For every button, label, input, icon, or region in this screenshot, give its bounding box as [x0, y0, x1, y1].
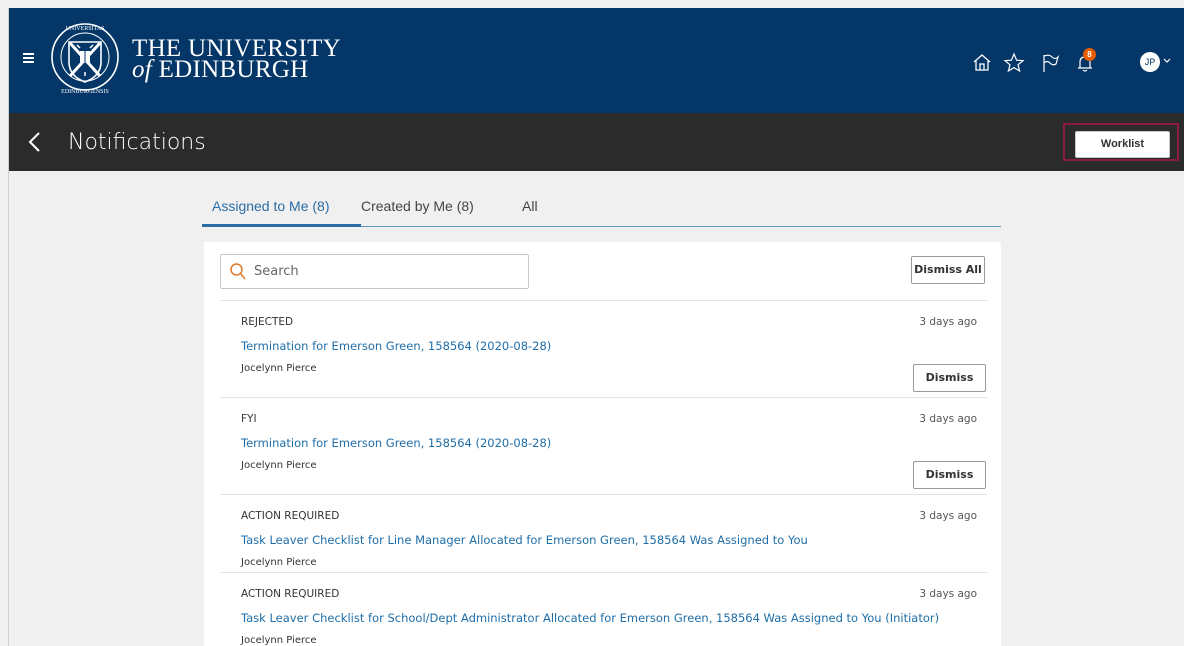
search-icon [230, 263, 246, 280]
notification-time: 3 days ago [919, 510, 977, 522]
home-icon[interactable] [971, 52, 993, 74]
notification-count-badge: 8 [1083, 48, 1096, 61]
university-crest-logo[interactable]: UNIVERSITAS EDINBURGENSIS [49, 14, 121, 100]
chevron-down-icon[interactable] [1163, 58, 1171, 64]
svg-text:EDINBURGENSIS: EDINBURGENSIS [61, 89, 109, 95]
app-frame: UNIVERSITAS EDINBURGENSIS THE UNIVERSITY… [8, 8, 1184, 646]
back-arrow-icon[interactable] [27, 131, 41, 153]
notification-status: ACTION REQUIRED [241, 588, 340, 600]
tab-all[interactable]: All [522, 198, 538, 214]
university-name-line2: EDINBURGH [158, 56, 309, 83]
notification-time: 3 days ago [919, 588, 977, 600]
notification-sender: Jocelynn Pierce [241, 557, 317, 568]
notification-sender: Jocelynn Pierce [241, 635, 317, 646]
page-title: Notifications [68, 130, 206, 155]
search-input[interactable] [254, 264, 514, 279]
avatar[interactable]: JP [1140, 52, 1160, 72]
notification-time: 3 days ago [919, 413, 977, 425]
star-icon[interactable] [1003, 52, 1025, 74]
notification-sender: Jocelynn Pierce [241, 460, 317, 471]
global-header: UNIVERSITAS EDINBURGENSIS THE UNIVERSITY… [9, 8, 1184, 113]
dismiss-all-button[interactable]: Dismiss All [911, 256, 985, 284]
notification-title-link[interactable]: Task Leaver Checklist for Line Manager A… [241, 533, 808, 547]
active-tab-indicator [202, 224, 361, 227]
university-name: THE UNIVERSITY of EDINBURGH [132, 36, 341, 83]
notification-time: 3 days ago [919, 316, 977, 328]
notification-title-link[interactable]: Termination for Emerson Green, 158564 (2… [241, 339, 551, 353]
notification-title-link[interactable]: Termination for Emerson Green, 158564 (2… [241, 436, 551, 450]
search-box[interactable] [220, 254, 529, 289]
notification-status: FYI [241, 413, 257, 425]
tab-created-by-me[interactable]: Created by Me (8) [361, 198, 474, 214]
tab-assigned-to-me[interactable]: Assigned to Me (8) [212, 198, 330, 214]
svg-text:UNIVERSITAS: UNIVERSITAS [66, 26, 105, 32]
notification-item: FYI 3 days ago Termination for Emerson G… [220, 397, 987, 494]
page-title-bar: Notifications Worklist [9, 113, 1184, 171]
notification-status: REJECTED [241, 316, 294, 328]
notification-item: REJECTED 3 days ago Termination for Emer… [220, 300, 987, 397]
dismiss-button[interactable]: Dismiss [913, 364, 986, 392]
dismiss-button[interactable]: Dismiss [913, 461, 986, 489]
notification-status: ACTION REQUIRED [241, 510, 340, 522]
university-name-of: of [132, 56, 153, 83]
notification-tabs: Assigned to Me (8) Created by Me (8) All [202, 176, 1001, 227]
notification-title-link[interactable]: Task Leaver Checklist for School/Dept Ad… [241, 611, 939, 625]
flag-icon[interactable] [1039, 52, 1061, 74]
notification-item: ACTION REQUIRED 3 days ago Task Leaver C… [220, 494, 987, 572]
worklist-button[interactable]: Worklist [1075, 131, 1170, 158]
notification-item: ACTION REQUIRED 3 days ago Task Leaver C… [220, 572, 987, 646]
notifications-panel: Dismiss All REJECTED 3 days ago Terminat… [204, 242, 1001, 646]
notification-sender: Jocelynn Pierce [241, 363, 317, 374]
menu-icon[interactable] [23, 53, 34, 63]
